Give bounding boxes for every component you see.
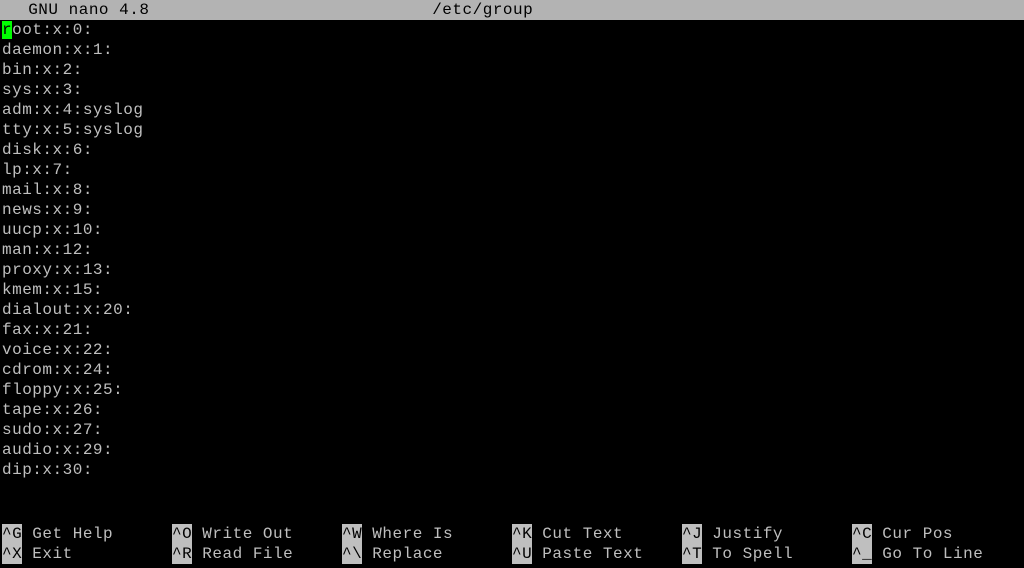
file-line: root:x:0:: [2, 20, 1022, 40]
file-line: tty:x:5:syslog: [2, 120, 1022, 140]
shortcut-key: ^U: [512, 544, 532, 564]
editor-content[interactable]: root:x:0: daemon:x:1:bin:x:2:sys:x:3:adm…: [0, 20, 1024, 480]
help-item[interactable]: ^R Read File: [172, 544, 342, 564]
shortcut-label: Justify: [702, 524, 783, 544]
shortcut-key: ^O: [172, 524, 192, 544]
shortcut-label: Replace: [362, 544, 443, 564]
file-line: sys:x:3:: [2, 80, 1022, 100]
file-line: sudo:x:27:: [2, 420, 1022, 440]
help-item[interactable]: ^O Write Out: [172, 524, 342, 544]
shortcut-key: ^_: [852, 544, 872, 564]
help-item[interactable]: ^C Cur Pos: [852, 524, 1022, 544]
shortcut-key: ^W: [342, 524, 362, 544]
help-item[interactable]: ^X Exit: [2, 544, 172, 564]
file-line: man:x:12:: [2, 240, 1022, 260]
shortcut-key: ^K: [512, 524, 532, 544]
title-bar: GNU nano 4.8 /etc/group: [0, 0, 1024, 20]
filename: /etc/group: [149, 1, 816, 19]
file-line: floppy:x:25:: [2, 380, 1022, 400]
file-line: daemon:x:1:: [2, 40, 1022, 60]
shortcut-label: Cur Pos: [872, 524, 953, 544]
shortcut-label: Where Is: [362, 524, 453, 544]
help-item[interactable]: ^\ Replace: [342, 544, 512, 564]
file-line: news:x:9:: [2, 200, 1022, 220]
help-item[interactable]: ^G Get Help: [2, 524, 172, 544]
shortcut-label: Cut Text: [532, 524, 623, 544]
shortcut-key: ^X: [2, 544, 22, 564]
shortcut-label: Write Out: [192, 524, 293, 544]
shortcut-label: Paste Text: [532, 544, 643, 564]
shortcut-key: ^R: [172, 544, 192, 564]
file-line: mail:x:8:: [2, 180, 1022, 200]
shortcut-key: ^T: [682, 544, 702, 564]
help-item[interactable]: ^W Where Is: [342, 524, 512, 544]
file-line: lp:x:7:: [2, 160, 1022, 180]
app-name: GNU nano 4.8: [8, 1, 149, 19]
file-line: cdrom:x:24:: [2, 360, 1022, 380]
shortcut-label: Read File: [192, 544, 293, 564]
file-line: adm:x:4:syslog: [2, 100, 1022, 120]
file-line: dip:x:30:: [2, 460, 1022, 480]
shortcut-key: ^J: [682, 524, 702, 544]
cursor: r: [2, 21, 12, 39]
file-line: disk:x:6:: [2, 140, 1022, 160]
help-item[interactable]: ^K Cut Text: [512, 524, 682, 544]
file-line: audio:x:29:: [2, 440, 1022, 460]
file-line: fax:x:21:: [2, 320, 1022, 340]
help-item[interactable]: ^U Paste Text: [512, 544, 682, 564]
shortcut-label: Exit: [22, 544, 73, 564]
help-item[interactable]: ^J Justify: [682, 524, 852, 544]
shortcut-key: ^\: [342, 544, 362, 564]
shortcut-key: ^C: [852, 524, 872, 544]
file-line: uucp:x:10:: [2, 220, 1022, 240]
file-line: tape:x:26:: [2, 400, 1022, 420]
shortcut-key: ^G: [2, 524, 22, 544]
file-line: proxy:x:13:: [2, 260, 1022, 280]
help-row-2: ^X Exit^R Read File^\ Replace^U Paste Te…: [2, 544, 1022, 564]
shortcut-label: Get Help: [22, 524, 113, 544]
help-row-1: ^G Get Help^O Write Out^W Where Is^K Cut…: [2, 524, 1022, 544]
line-text: oot:x:0:: [12, 21, 93, 39]
file-line: dialout:x:20:: [2, 300, 1022, 320]
help-bar: ^G Get Help^O Write Out^W Where Is^K Cut…: [0, 524, 1024, 568]
file-line: kmem:x:15:: [2, 280, 1022, 300]
help-item[interactable]: ^T To Spell: [682, 544, 852, 564]
file-line: voice:x:22:: [2, 340, 1022, 360]
file-line: bin:x:2:: [2, 60, 1022, 80]
shortcut-label: Go To Line: [872, 544, 983, 564]
help-item[interactable]: ^_ Go To Line: [852, 544, 1022, 564]
shortcut-label: To Spell: [702, 544, 793, 564]
